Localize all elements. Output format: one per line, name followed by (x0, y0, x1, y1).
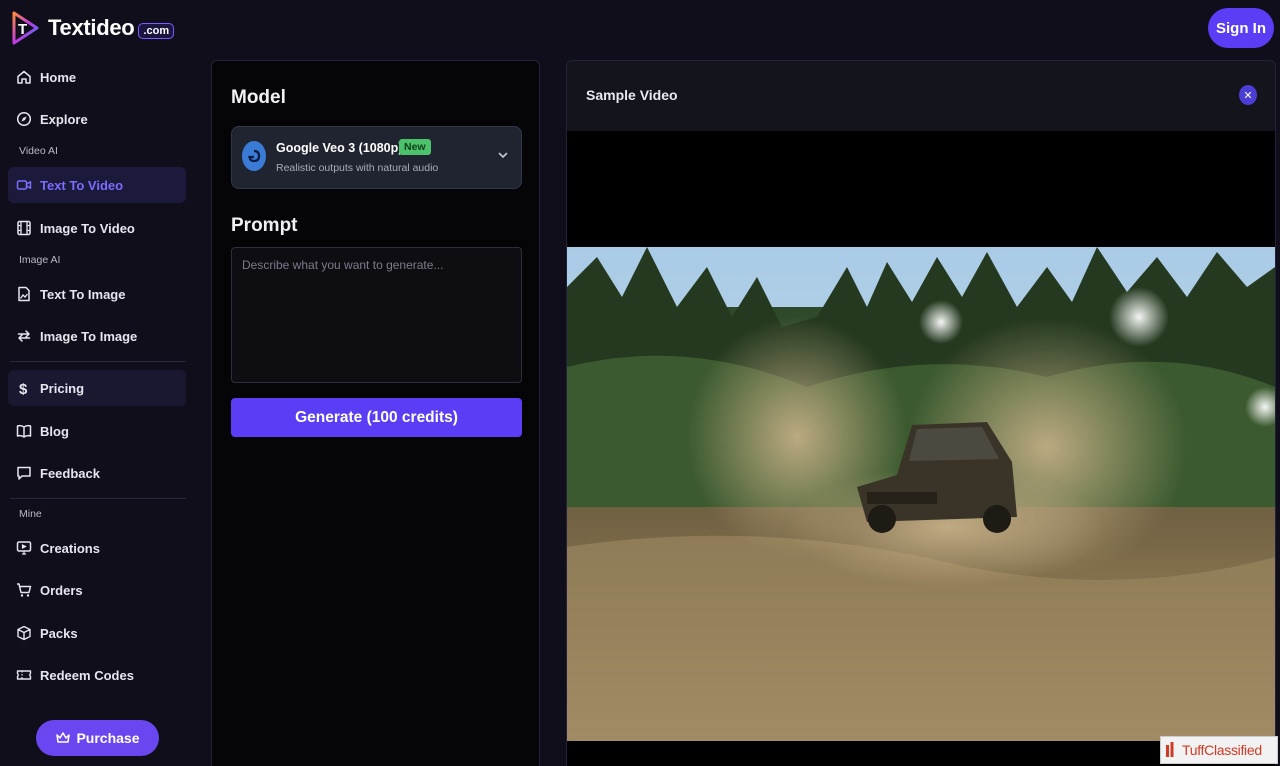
model-heading: Model (231, 87, 286, 108)
sidebar-item-explore[interactable]: Explore (8, 101, 186, 137)
package-icon (16, 625, 32, 641)
sidebar-item-image-to-image[interactable]: Image To Image (8, 318, 186, 354)
model-select[interactable]: Google Veo 3 (1080p) New Realistic outpu… (231, 126, 522, 189)
section-label-video-ai: Video AI (19, 145, 58, 157)
sidebar-item-label: Orders (40, 582, 83, 598)
purchase-button[interactable]: Purchase (36, 720, 159, 756)
model-provider-icon (242, 141, 266, 171)
sidebar-item-label: Feedback (40, 465, 100, 481)
video-player[interactable] (567, 131, 1275, 766)
generate-button[interactable]: Generate (100 credits) (231, 398, 522, 437)
home-icon (16, 69, 32, 85)
purchase-label: Purchase (76, 730, 140, 746)
close-icon[interactable]: ✕ (1239, 85, 1257, 105)
model-name: Google Veo 3 (1080p) (276, 141, 403, 155)
sidebar-item-feedback[interactable]: Feedback (8, 455, 186, 491)
watermark: TuffClassified (1160, 736, 1278, 764)
compass-icon (16, 111, 32, 127)
sample-video-title: Sample Video (586, 87, 678, 103)
sign-in-button[interactable]: Sign In (1208, 8, 1274, 48)
model-description: Realistic outputs with natural audio (276, 162, 439, 174)
book-icon (16, 423, 32, 439)
sample-video-panel: Sample Video ✕ (566, 60, 1276, 766)
sidebar-item-redeem-codes[interactable]: Redeem Codes (8, 657, 186, 693)
watermark-logo-icon (1166, 742, 1174, 757)
watermark-text: TuffClassified (1182, 742, 1262, 758)
crown-icon (55, 730, 71, 746)
sidebar: Home Explore Video AI Text To Video Imag… (0, 58, 196, 766)
sidebar-divider (10, 361, 186, 362)
sidebar-item-text-to-image[interactable]: Text To Image (8, 276, 186, 312)
cart-icon (16, 582, 32, 598)
sidebar-item-label: Creations (40, 540, 100, 556)
section-label-mine: Mine (19, 508, 42, 520)
video-camera-icon (16, 177, 32, 193)
sidebar-item-creations[interactable]: Creations (8, 530, 186, 566)
image-file-icon (16, 286, 32, 302)
prompt-input[interactable] (231, 247, 522, 383)
sidebar-item-label: Explore (40, 111, 88, 127)
svg-text:$: $ (19, 381, 28, 396)
sidebar-item-label: Redeem Codes (40, 667, 134, 683)
ticket-icon (16, 667, 32, 683)
sidebar-item-label: Image To Image (40, 328, 138, 344)
generation-form-panel: Model Google Veo 3 (1080p) New Realistic… (211, 60, 540, 766)
swap-arrows-icon (16, 328, 32, 344)
sidebar-item-packs[interactable]: Packs (8, 615, 186, 651)
new-badge: New (399, 139, 431, 155)
message-icon (16, 465, 32, 481)
film-icon (16, 220, 32, 236)
sidebar-item-home[interactable]: Home (8, 59, 186, 95)
sidebar-item-label: Packs (40, 625, 78, 641)
brand-badge: .com (138, 23, 175, 39)
chevron-down-icon (498, 152, 508, 159)
sidebar-item-pricing[interactable]: $ Pricing (8, 370, 186, 406)
top-header: T Textideo .com Sign In (0, 0, 1280, 58)
video-frame (567, 247, 1275, 741)
sidebar-item-label: Pricing (40, 380, 85, 396)
brand-logo[interactable]: T Textideo .com (10, 10, 175, 46)
sidebar-item-label: Text To Image (40, 286, 126, 302)
sidebar-item-blog[interactable]: Blog (8, 413, 186, 449)
sidebar-item-label: Image To Video (40, 220, 135, 236)
brand-name: Textideo (48, 15, 135, 40)
sidebar-item-orders[interactable]: Orders (8, 572, 186, 608)
svg-text:T: T (18, 21, 27, 38)
sidebar-item-image-to-video[interactable]: Image To Video (8, 210, 186, 246)
sidebar-item-label: Home (40, 69, 77, 85)
sidebar-item-text-to-video[interactable]: Text To Video (8, 167, 186, 203)
sidebar-item-label: Blog (40, 423, 69, 439)
sample-video-thumbnail (567, 247, 1275, 741)
monitor-icon (16, 540, 32, 556)
prompt-heading: Prompt (231, 215, 298, 236)
section-label-image-ai: Image AI (19, 254, 61, 266)
sidebar-divider (10, 498, 186, 499)
dollar-icon: $ (16, 380, 32, 396)
logo-icon: T (10, 10, 40, 46)
sidebar-item-label: Text To Video (40, 177, 124, 193)
